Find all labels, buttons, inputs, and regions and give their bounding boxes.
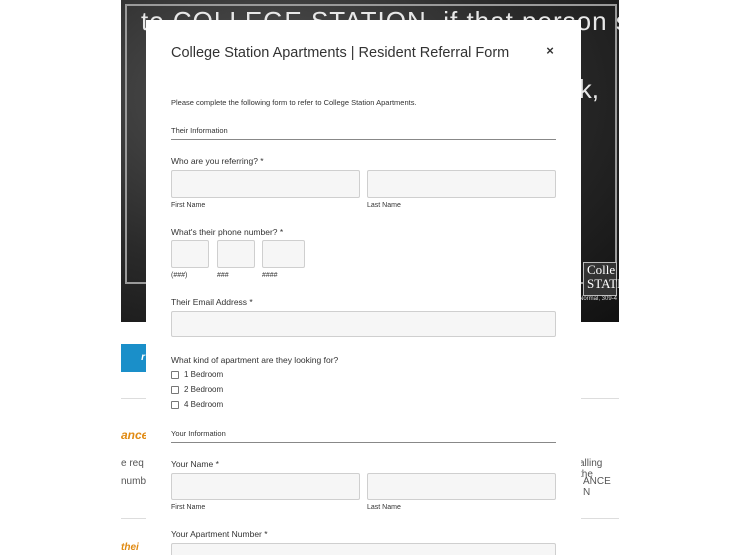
form-intro: Please complete the following form to re… <box>171 98 417 107</box>
your-last-name-input[interactable] <box>367 473 556 500</box>
checkbox[interactable] <box>171 370 179 379</box>
body-text-fragment: ANCE N <box>583 476 611 498</box>
email-label: Their Email Address * <box>171 297 253 307</box>
phone-area-code-label: (###) <box>171 272 188 279</box>
phone-line-number-label: #### <box>262 272 278 279</box>
phone-prefix-label: ### <box>217 272 229 279</box>
college-station-logo: Colle STATI <box>583 262 619 296</box>
checkbox-label: 1 Bedroom <box>184 370 224 379</box>
your-first-name-input[interactable] <box>171 473 360 500</box>
checkbox-label: 4 Bedroom <box>184 400 224 409</box>
first-name-label: First Name <box>171 202 206 209</box>
apartment-type-label: What kind of apartment are they looking … <box>171 355 339 365</box>
last-name-label: Last Name <box>367 202 401 209</box>
referral-last-name-input[interactable] <box>367 170 556 198</box>
referral-form-modal: College Station Apartments | Resident Re… <box>146 20 581 555</box>
modal-title: College Station Apartments | Resident Re… <box>171 45 510 61</box>
phone-area-code-input[interactable] <box>171 240 209 268</box>
close-icon[interactable]: × <box>544 44 556 58</box>
bedroom-option[interactable]: 2 Bedroom <box>171 385 223 394</box>
email-input[interactable] <box>171 311 556 337</box>
bedroom-option[interactable]: 1 Bedroom <box>171 370 223 379</box>
section-heading: ance <box>121 428 149 442</box>
referral-first-name-input[interactable] <box>171 170 360 198</box>
checkbox-label: 2 Bedroom <box>184 385 224 394</box>
bedroom-option[interactable]: 4 Bedroom <box>171 400 223 409</box>
their-information-heading: Their Information <box>171 126 556 140</box>
last-name-label: Last Name <box>367 504 401 511</box>
your-information-heading: Your Information <box>171 429 556 443</box>
checkbox[interactable] <box>171 400 179 409</box>
body-text-fragment: e req <box>121 458 144 469</box>
phone-label: What's their phone number? * <box>171 227 284 237</box>
apartment-number-input[interactable] <box>171 543 556 555</box>
apartment-number-label: Your Apartment Number * <box>171 529 268 539</box>
hero-text-fragment: k, <box>578 74 599 104</box>
section-heading: thei <box>121 542 139 553</box>
your-name-label: Your Name * <box>171 459 219 469</box>
body-text-fragment: numb <box>121 476 147 487</box>
referral-button[interactable]: r Referr <box>121 344 147 372</box>
checkbox[interactable] <box>171 385 179 394</box>
first-name-label: First Name <box>171 504 206 511</box>
referring-label: Who are you referring? * <box>171 156 264 166</box>
phone-line-number-input[interactable] <box>262 240 305 268</box>
phone-prefix-input[interactable] <box>217 240 255 268</box>
